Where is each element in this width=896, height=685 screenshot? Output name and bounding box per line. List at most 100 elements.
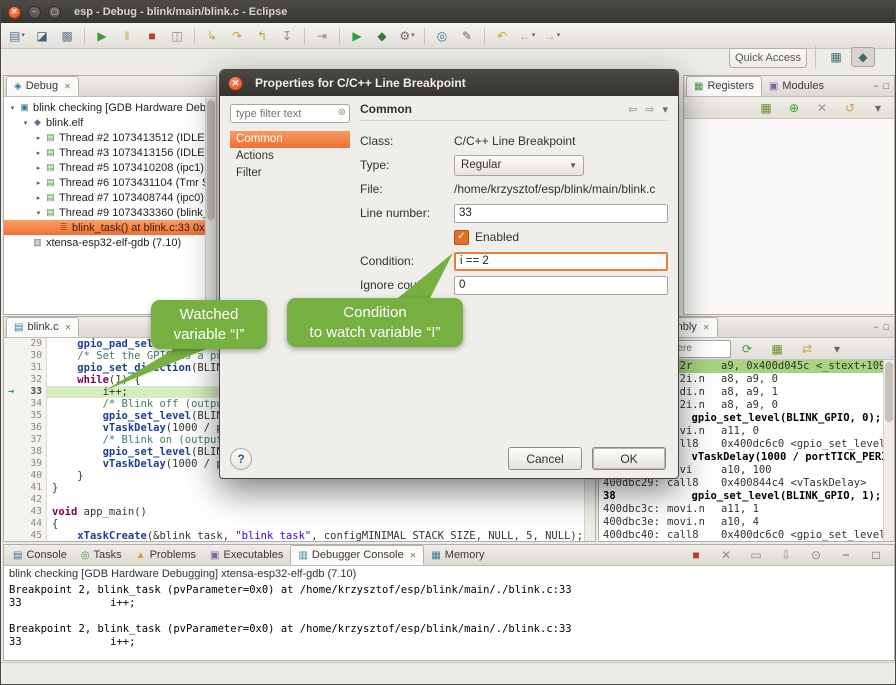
expander-icon[interactable]: ▾ — [33, 209, 44, 217]
breakpoint-margin[interactable] — [4, 410, 18, 422]
condition-input[interactable] — [454, 252, 668, 271]
ok-button[interactable]: OK — [592, 447, 666, 470]
close-icon[interactable]: ✕ — [703, 323, 710, 332]
remove-register-group-button[interactable]: ✕ — [810, 98, 834, 118]
breakpoint-margin[interactable] — [4, 338, 18, 350]
search-button[interactable]: ◎ — [430, 26, 454, 46]
debug-perspective-button[interactable]: ◆ — [851, 47, 875, 67]
tab-memory[interactable]: ▦Memory — [424, 545, 491, 565]
ignore-count-input[interactable] — [454, 276, 668, 295]
show-source-button[interactable]: ▦ — [765, 339, 789, 359]
remove-launch-button[interactable]: ✕ — [714, 545, 738, 565]
view-menu-button[interactable]: ▾ — [866, 98, 890, 118]
view-menu-icon[interactable]: ▾ — [662, 103, 668, 116]
window-minimize-icon[interactable]: − — [28, 6, 41, 19]
disassembly-row[interactable]: 400dbc40:call80x400dc6c0 <gpio_set_level… — [599, 529, 894, 542]
instruction-pointer-icon[interactable]: → — [4, 386, 18, 398]
editor-line[interactable]: 41} — [4, 482, 595, 494]
step-return-button[interactable]: ↰ — [250, 26, 274, 46]
save-all-button[interactable]: ▩ — [55, 26, 79, 46]
breakpoint-margin[interactable] — [4, 506, 18, 518]
editor-line[interactable]: 43void app_main() — [4, 506, 595, 518]
terminate-button[interactable]: ■ — [140, 26, 164, 46]
debug-scrollbar[interactable] — [205, 98, 216, 314]
tab-debugger-console[interactable]: ▥Debugger Console✕ — [290, 545, 424, 565]
editor-line[interactable]: 44{ — [4, 518, 595, 530]
breakpoint-margin[interactable] — [4, 434, 18, 446]
scrollbar-thumb[interactable] — [885, 362, 893, 422]
suspend-button[interactable]: ‖ — [115, 26, 139, 46]
open-perspective-button[interactable]: ▦ — [824, 47, 848, 67]
debug-tree-item[interactable]: ≣blink_task() at blink.c:33 0x400db — [4, 220, 216, 235]
instruction-stepping-button[interactable]: ⇥ — [310, 26, 334, 46]
breakpoint-margin[interactable] — [4, 350, 18, 362]
enabled-checkbox[interactable]: ✓ — [454, 230, 469, 245]
console-output[interactable]: Breakpoint 2, blink_task (pvParameter=0x… — [4, 582, 894, 651]
scrollbar-thumb[interactable] — [207, 100, 215, 220]
tab-registers[interactable]: ▦Registers — [686, 76, 762, 96]
editor-line[interactable]: 42 — [4, 494, 595, 506]
debug-button[interactable]: ◆ — [370, 26, 394, 46]
dialog-nav-item-actions[interactable]: Actions — [230, 148, 350, 165]
minimize-view-icon[interactable]: − — [873, 81, 878, 91]
disassembly-row[interactable]: 400dbc3c:movi.na11, 1 — [599, 503, 894, 516]
forward-button[interactable]: →▾ — [540, 26, 564, 46]
dialog-nav-item-common[interactable]: Common — [230, 131, 350, 148]
tab-console[interactable]: ▤Console — [6, 545, 74, 565]
debug-tree-item[interactable]: ▸▤Thread #6 1073431104 (Tmr Svc) (Suspen… — [4, 175, 216, 190]
disassembly-row[interactable]: 38 gpio_set_level(BLINK_GPIO, 1); — [599, 490, 894, 503]
debug-tree-item[interactable]: ▸▤Thread #5 1073410208 (ipc1) (Suspended… — [4, 160, 216, 175]
disassembly-row[interactable]: 400dbc3e:movi.na10, 4 — [599, 516, 894, 529]
window-close-icon[interactable]: ✕ — [8, 6, 21, 19]
breakpoint-margin[interactable] — [4, 446, 18, 458]
dialog-close-icon[interactable]: ✕ — [228, 76, 243, 91]
expander-icon[interactable]: ▾ — [7, 104, 18, 112]
editor-line[interactable]: 45 xTaskCreate(&blink_task, "blink_task"… — [4, 530, 595, 542]
expander-icon[interactable]: ▸ — [33, 194, 44, 202]
debug-tree-item[interactable]: ▸▤Thread #2 1073413512 (IDLE : Running) — [4, 130, 216, 145]
save-button[interactable]: ◪ — [30, 26, 54, 46]
external-tools-button[interactable]: ⚙▾ — [395, 26, 419, 46]
expander-icon[interactable]: ▸ — [33, 134, 44, 142]
expander-icon[interactable]: ▾ — [20, 119, 31, 127]
close-icon[interactable]: ✕ — [65, 323, 72, 332]
cancel-button[interactable]: Cancel — [508, 447, 582, 470]
enabled-checkbox-row[interactable]: ✓ Enabled — [454, 230, 668, 245]
forward-icon[interactable]: ⇨ — [645, 103, 654, 116]
run-button[interactable]: ▶ — [345, 26, 369, 46]
breakpoint-margin[interactable] — [4, 458, 18, 470]
tab-modules[interactable]: ▣Modules — [762, 76, 831, 96]
debug-tree-item[interactable]: ▸▤Thread #3 1073413156 (IDLE) (Suspended… — [4, 145, 216, 160]
show-columns-button[interactable]: ▦ — [754, 98, 778, 118]
close-icon[interactable]: ✕ — [410, 551, 417, 560]
scroll-lock-button[interactable]: ⇩ — [774, 545, 798, 565]
dialog-nav-item-filter[interactable]: Filter — [230, 165, 350, 182]
debug-tree-item[interactable]: ▾▣blink checking [GDB Hardware Debugging… — [4, 100, 216, 115]
maximize-view-button[interactable]: □ — [864, 545, 888, 565]
line-number-input[interactable] — [454, 204, 668, 223]
window-maximize-icon[interactable]: ▢ — [48, 6, 61, 19]
help-button[interactable]: ? — [230, 448, 252, 470]
close-icon[interactable]: ✕ — [64, 82, 71, 91]
filter-input[interactable] — [230, 104, 350, 123]
tab-blink-c[interactable]: ▤ blink.c ✕ — [6, 317, 79, 337]
expander-icon[interactable]: ▸ — [33, 149, 44, 157]
tab-debug[interactable]: ◈ Debug ✕ — [6, 76, 79, 96]
step-over-button[interactable]: ↷ — [225, 26, 249, 46]
debug-tree-item[interactable]: ▾◆blink.elf — [4, 115, 216, 130]
back-button[interactable]: ←▾ — [515, 26, 539, 46]
debug-tree-item[interactable]: ▾▤Thread #9 1073433360 (blink_task : Sus… — [4, 205, 216, 220]
clear-console-button[interactable]: ▭ — [744, 545, 768, 565]
tab-executables[interactable]: ▣Executables — [203, 545, 290, 565]
breakpoint-margin[interactable] — [4, 494, 18, 506]
new-wizard-button[interactable]: ▤▾ — [5, 26, 29, 46]
minimize-view-button[interactable]: − — [834, 545, 858, 565]
breakpoint-margin[interactable] — [4, 374, 18, 386]
restore-default-groups-button[interactable]: ↺ — [838, 98, 862, 118]
type-dropdown[interactable]: Regular ▼ — [454, 155, 584, 176]
refresh-button[interactable]: ⟳ — [735, 339, 759, 359]
disconnect-button[interactable]: ◫ — [165, 26, 189, 46]
drop-to-frame-button[interactable]: ↧ — [275, 26, 299, 46]
terminate-button[interactable]: ■ — [684, 545, 708, 565]
disassembly-scrollbar[interactable] — [883, 360, 894, 541]
